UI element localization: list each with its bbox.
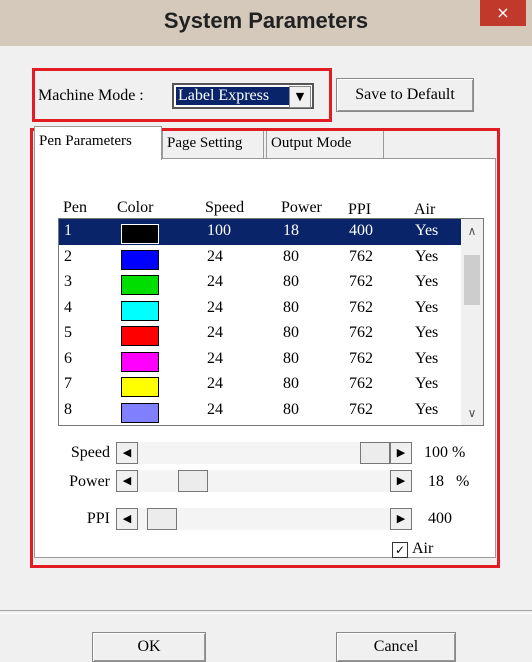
separator-line	[0, 610, 532, 614]
save-to-default-button[interactable]: Save to Default	[336, 78, 474, 112]
pen-parameters-highlight	[30, 128, 500, 568]
machine-mode-select[interactable]: Label Express ▼	[172, 83, 314, 109]
machine-mode-value: Label Express	[176, 87, 292, 105]
tab-pen-parameters[interactable]: Pen Parameters	[34, 126, 162, 160]
cancel-button[interactable]: Cancel	[336, 632, 456, 662]
close-icon[interactable]: ×	[480, 0, 526, 26]
ok-button[interactable]: OK	[92, 632, 206, 662]
chevron-down-icon[interactable]: ▼	[289, 86, 311, 108]
machine-mode-label: Machine Mode :	[38, 87, 144, 104]
window-title: System Parameters	[163, 8, 369, 33]
title-bar: System Parameters ×	[0, 0, 532, 46]
